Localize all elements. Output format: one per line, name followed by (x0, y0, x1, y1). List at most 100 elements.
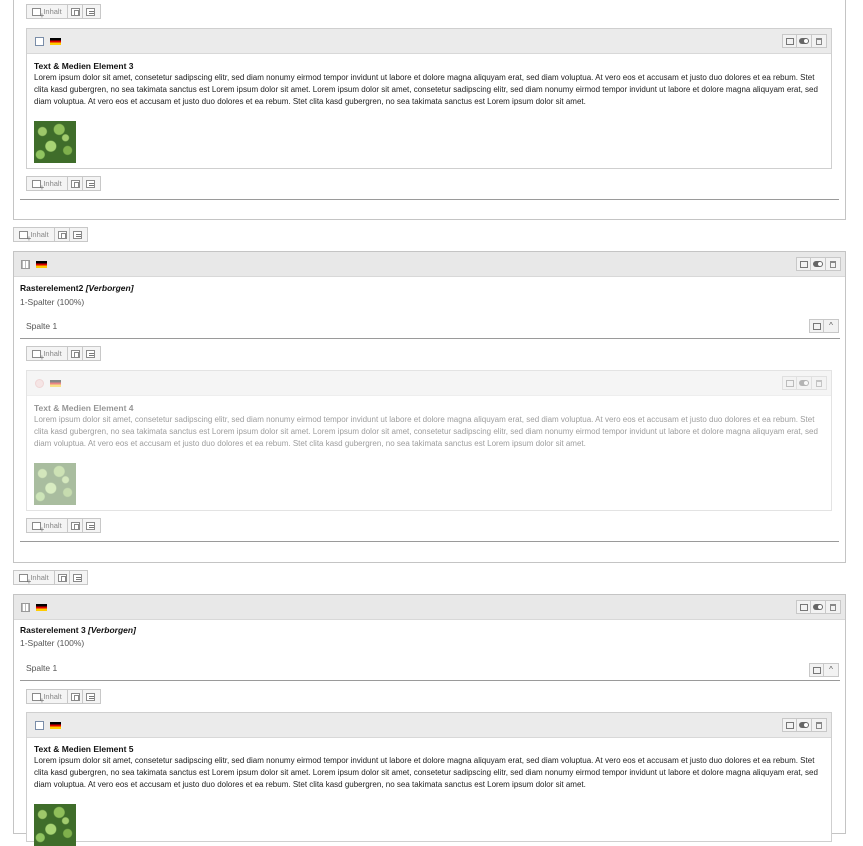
grid-header (14, 595, 845, 620)
edit-icon (785, 379, 794, 387)
german-flag-icon (36, 261, 47, 268)
paste-button[interactable] (68, 177, 83, 190)
wizard-button[interactable] (70, 571, 85, 584)
element-body-text: Lorem ipsum dolor sit amet, consetetur s… (34, 73, 818, 106)
new-content-label: Inhalt (43, 692, 62, 701)
text-media-type-icon (35, 721, 44, 730)
collapse-column-button[interactable]: ^ (824, 319, 839, 333)
wizard-button[interactable] (83, 177, 98, 190)
element-header (27, 29, 831, 54)
column-top-line (20, 338, 840, 339)
content-toolbar: Inhalt (26, 176, 101, 192)
edit-icon (812, 666, 821, 674)
clipboard-icon (70, 349, 80, 358)
wizard-icon (73, 230, 82, 239)
element-body-text: Lorem ipsum dolor sit amet, consetetur s… (34, 415, 818, 448)
paste-button[interactable] (55, 228, 70, 241)
edit-button[interactable] (796, 600, 811, 614)
edit-icon (799, 260, 808, 268)
collapse-column-button[interactable]: ^ (824, 663, 839, 677)
delete-button[interactable] (826, 257, 841, 271)
clover-image (34, 463, 76, 505)
content-toolbar: Inhalt (26, 689, 101, 705)
new-content-button[interactable]: Inhalt (27, 519, 68, 534)
wizard-icon (86, 179, 95, 188)
trash-icon (830, 260, 836, 268)
element-title: Text & Medien Element 5 (34, 744, 134, 754)
element-title: Text & Medien Element 4 (34, 403, 134, 413)
hidden-label: [Verborgen] (88, 625, 136, 635)
wizard-button[interactable] (83, 5, 98, 18)
delete-button[interactable] (812, 718, 827, 732)
element-actions (782, 376, 827, 390)
edit-button[interactable] (782, 718, 797, 732)
add-content-icon (32, 7, 44, 20)
chevron-up-icon: ^ (829, 665, 833, 674)
edit-icon (812, 322, 821, 330)
paste-button[interactable] (55, 571, 70, 584)
new-content-label: Inhalt (30, 230, 49, 239)
new-content-button[interactable]: Inhalt (27, 177, 68, 192)
trash-icon (816, 37, 822, 45)
text-media-type-icon (35, 37, 44, 46)
new-content-label: Inhalt (43, 7, 62, 16)
grid-actions (796, 257, 841, 271)
add-content-icon (32, 692, 44, 705)
grid-actions (796, 600, 841, 614)
element-body-text: Lorem ipsum dolor sit amet, consetetur s… (34, 756, 818, 789)
toggle-visibility-button[interactable] (811, 257, 826, 271)
new-content-button[interactable]: Inhalt (27, 347, 68, 362)
new-content-button[interactable]: Inhalt (14, 228, 55, 243)
column-label: Spalte 1 (26, 321, 58, 331)
add-content-icon (32, 179, 44, 192)
toggle-visibility-button[interactable] (797, 718, 812, 732)
toggle-icon (799, 380, 809, 386)
add-content-icon (32, 521, 44, 534)
delete-button[interactable] (826, 600, 841, 614)
new-content-button[interactable]: Inhalt (14, 571, 55, 586)
wizard-button[interactable] (83, 690, 98, 703)
column-top-line (20, 680, 840, 681)
paste-button[interactable] (68, 347, 83, 360)
edit-button[interactable] (796, 257, 811, 271)
grid-subtitle: 1-Spalter (100%) (20, 638, 85, 648)
clipboard-icon (57, 230, 67, 239)
trash-icon (816, 721, 822, 729)
column-bottom-line (20, 541, 839, 542)
grid-type-icon (21, 260, 30, 269)
edit-icon (785, 721, 794, 729)
wizard-icon (86, 349, 95, 358)
paste-button[interactable] (68, 519, 83, 532)
column-edit-button[interactable] (809, 663, 824, 677)
delete-button[interactable] (812, 34, 827, 48)
wizard-icon (86, 692, 95, 701)
column-actions: ^ (809, 663, 839, 677)
grid-header (14, 252, 845, 277)
content-element-3: Text & Medien Element 3 Lorem ipsum dolo… (26, 28, 832, 169)
toggle-visibility-button[interactable] (797, 376, 812, 390)
clipboard-icon (70, 7, 80, 16)
paste-button[interactable] (68, 5, 83, 18)
toggle-icon (813, 604, 823, 610)
wizard-button[interactable] (83, 347, 98, 360)
german-flag-icon (50, 38, 61, 45)
content-toolbar: Inhalt (26, 346, 101, 362)
wizard-button[interactable] (83, 519, 98, 532)
clover-image (34, 121, 76, 163)
edit-button[interactable] (782, 34, 797, 48)
german-flag-icon (50, 380, 61, 387)
column-edit-button[interactable] (809, 319, 824, 333)
element-actions (782, 718, 827, 732)
german-flag-icon (50, 722, 61, 729)
toggle-visibility-button[interactable] (797, 34, 812, 48)
new-content-button[interactable]: Inhalt (27, 690, 68, 705)
column-actions: ^ (809, 319, 839, 333)
paste-button[interactable] (68, 690, 83, 703)
toggle-visibility-button[interactable] (811, 600, 826, 614)
new-content-button[interactable]: Inhalt (27, 5, 68, 20)
wizard-button[interactable] (70, 228, 85, 241)
new-content-label: Inhalt (30, 573, 49, 582)
edit-button[interactable] (782, 376, 797, 390)
delete-button[interactable] (812, 376, 827, 390)
grid-title: Rasterelement2 [Verborgen] (20, 283, 134, 293)
